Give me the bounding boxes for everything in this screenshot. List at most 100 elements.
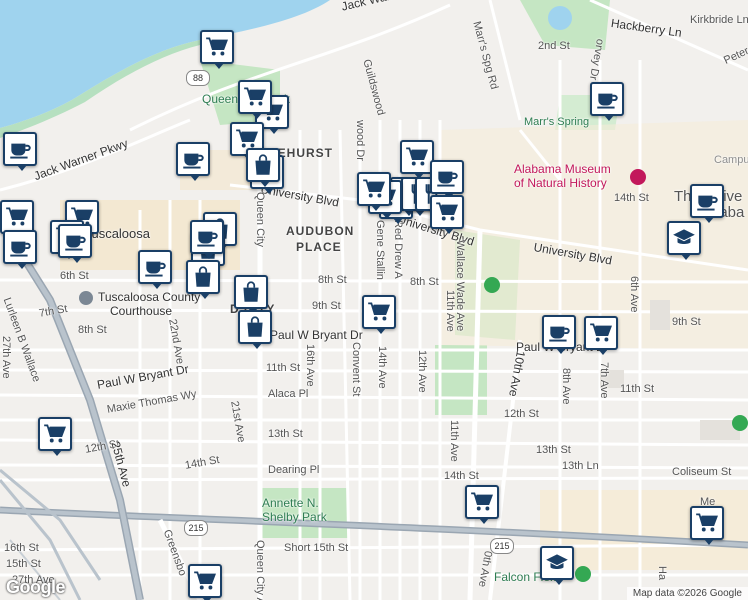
cafe-marker[interactable] [190, 220, 224, 259]
area-label: PLACE [296, 240, 342, 254]
coffee-cup-icon [180, 146, 206, 172]
cart-icon [434, 199, 460, 225]
shopping-bag-icon [250, 152, 276, 178]
coffee-cup-icon [694, 188, 720, 214]
road-label: 7th Ave [598, 362, 610, 399]
grocery-marker[interactable] [584, 316, 618, 355]
landmark-label: Tuscaloosa County [98, 290, 201, 304]
road-label: Queen City [254, 192, 266, 248]
shopping-marker[interactable] [246, 148, 280, 187]
grocery-marker[interactable] [38, 417, 72, 456]
road-label: 13th St [268, 428, 303, 440]
road-label: 16th Ave [304, 344, 316, 387]
road-label: 6th St [60, 270, 89, 282]
grocery-marker[interactable] [0, 200, 34, 239]
graduation-cap-icon [671, 225, 697, 251]
cart-icon [42, 421, 68, 447]
landmark-label: Marr's Spring [524, 116, 590, 128]
road-label: 12th Ave [416, 350, 428, 393]
road-label: wood Dr [354, 120, 366, 161]
route-shield: 215 [490, 538, 514, 554]
road-label: 12th St [504, 408, 539, 420]
road-label: Campus [714, 154, 748, 166]
road-label: Red Drew A [392, 220, 404, 279]
cart-icon [588, 320, 614, 346]
grocery-marker[interactable] [357, 172, 391, 211]
road-label: 14th Ave [376, 346, 388, 389]
coffee-cup-icon [194, 224, 220, 250]
coffee-cup-icon [434, 164, 460, 190]
road-label: Coliseum St [672, 466, 732, 478]
road-label: 9th St [312, 300, 341, 312]
cart-icon [366, 299, 392, 325]
coffee-cup-icon [594, 86, 620, 112]
shopping-bag-icon [242, 314, 268, 340]
road-label: 11th St [266, 362, 301, 374]
road-label: Short 15th St [284, 542, 349, 554]
road-label: Gene Stallin [374, 220, 386, 280]
shopping-marker[interactable] [234, 275, 268, 314]
road-label: Convent St [350, 342, 362, 397]
cart-icon [361, 176, 387, 202]
grocery-marker[interactable] [400, 140, 434, 179]
road-label: Queen City A [254, 540, 266, 600]
grocery-marker[interactable] [238, 80, 272, 119]
road-label: 14th St [614, 192, 649, 204]
cafe-marker[interactable] [590, 82, 624, 121]
cart-icon [694, 510, 720, 536]
road-label: Dearing Pl [268, 464, 320, 476]
school-marker[interactable] [540, 546, 574, 585]
landmark-label: Courthouse [110, 304, 173, 318]
road-label: 16th St [4, 542, 39, 554]
shopping-marker[interactable] [186, 260, 220, 299]
shopping-marker[interactable] [238, 310, 272, 349]
road-label: 15th St [6, 558, 41, 570]
cafe-marker[interactable] [430, 160, 464, 199]
park-label: Annette N. [262, 496, 319, 510]
cafe-marker[interactable] [3, 132, 37, 171]
graduation-cap-icon [544, 550, 570, 576]
grocery-marker[interactable] [200, 30, 234, 69]
grocery-marker[interactable] [690, 506, 724, 545]
park-label: Shelby Park [262, 510, 327, 524]
road-label: 2nd St [538, 40, 570, 52]
road-label: 8th Ave [560, 368, 572, 405]
cafe-marker[interactable] [690, 184, 724, 223]
road-label: 6th Ave [628, 276, 640, 313]
map-attribution[interactable]: Map data ©2026 Google [626, 587, 748, 600]
cafe-marker[interactable] [176, 142, 210, 181]
coffee-cup-icon [62, 228, 88, 254]
cart-icon [4, 204, 30, 230]
shopping-bag-icon [190, 264, 216, 290]
cart-icon [469, 489, 495, 515]
road-label: 9th St [672, 316, 701, 328]
coffee-cup-icon [546, 319, 572, 345]
road-label: 8th St [78, 324, 107, 336]
cart-icon [404, 144, 430, 170]
road-label: Paul W Bryant Dr [270, 328, 363, 342]
cart-icon [192, 568, 218, 594]
coffee-cup-icon [142, 254, 168, 280]
road-label: 11th Ave [448, 420, 460, 462]
landmark-label: Alabama Museum [514, 162, 611, 176]
cafe-marker[interactable] [58, 224, 92, 263]
grocery-marker[interactable] [465, 485, 499, 524]
road-label: 13th Ln [562, 460, 599, 472]
road-label: Alaca Pl [268, 388, 309, 400]
shopping-bag-icon [238, 279, 264, 305]
grocery-marker[interactable] [188, 564, 222, 600]
route-shield: 88 [186, 70, 210, 86]
cafe-marker[interactable] [138, 250, 172, 289]
map-view[interactable]: Jack Warner Pkwy Jack Warner Pkwy Hackbe… [0, 0, 748, 600]
grocery-marker[interactable] [430, 195, 464, 234]
road-label: Wallace Wade Ave [454, 240, 466, 332]
coffee-cup-icon [7, 136, 33, 162]
cafe-marker[interactable] [542, 315, 576, 354]
cafe-marker[interactable] [3, 230, 37, 269]
road-label: 13th St [536, 444, 571, 456]
road-label: 11th St [620, 383, 655, 395]
road-label: 8th St [318, 274, 347, 286]
grocery-marker[interactable] [362, 295, 396, 334]
school-marker[interactable] [667, 221, 701, 260]
road-label: 14th St [444, 470, 479, 482]
